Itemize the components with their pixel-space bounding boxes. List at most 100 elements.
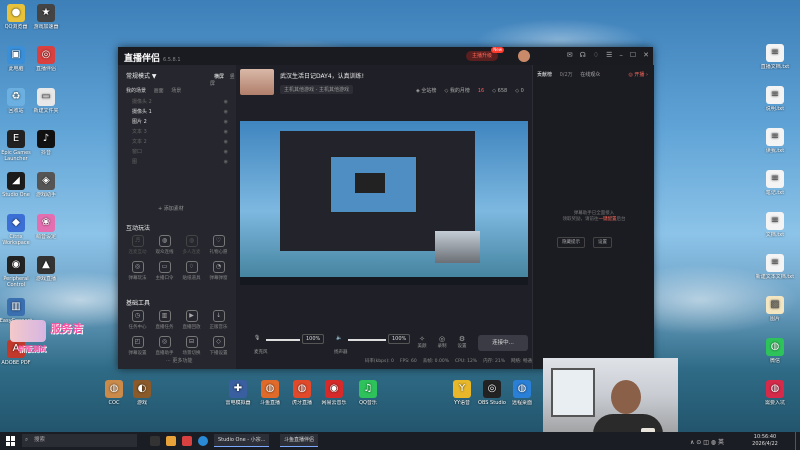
menu-icon[interactable]: ☰	[606, 51, 612, 59]
eye-icon[interactable]: ◉	[224, 107, 228, 117]
message-icon[interactable]: ✉	[567, 51, 573, 59]
stream-preview[interactable]	[240, 121, 528, 285]
eye-icon[interactable]: ◉	[224, 97, 228, 107]
interaction-item[interactable]: ▭ 主播口令	[151, 261, 178, 281]
desktop-icon[interactable]: ★ 游戏加速器	[26, 4, 66, 30]
desktop-icon[interactable]: ◐ 游戏	[122, 380, 162, 406]
desktop-icon[interactable]: ≡ 读我.txt	[755, 128, 795, 154]
scene-item[interactable]: 图片 2 ◉	[124, 117, 230, 127]
speaker-icon[interactable]: 🔈	[336, 335, 342, 341]
hide-tip-button[interactable]: 隐藏提示	[557, 237, 585, 248]
mic-percent[interactable]: 100%	[302, 334, 325, 344]
center-tool-button[interactable]: ✧ 美颜	[414, 335, 430, 349]
edge-icon[interactable]	[198, 436, 208, 446]
skin-icon[interactable]: ♢	[593, 51, 599, 59]
file-explorer-icon[interactable]	[166, 436, 176, 446]
connect-button[interactable]: 连接中...	[478, 335, 528, 351]
taskbar-app-douyu[interactable]: 斗鱼直播伴侣	[280, 434, 319, 447]
taskbar-clock[interactable]: 10:56:40 2026/4/22	[745, 434, 785, 448]
desktop-icon[interactable]: ◈ 游戏助手	[26, 172, 66, 198]
eye-icon[interactable]: ◉	[224, 157, 228, 167]
interaction-item[interactable]: ♡ 礼物心愿	[205, 235, 232, 255]
viewer-count: 0/2万	[559, 72, 573, 78]
desktop-icon[interactable]: ▨ 图片	[755, 296, 795, 322]
interaction-item[interactable]: ◎ 弹幕玩法	[124, 261, 151, 281]
speaker-percent[interactable]: 100%	[388, 334, 411, 344]
mode-dropdown[interactable]: 常规模式 ▼	[126, 71, 157, 80]
desktop-icon[interactable]: ◎ 直播伴侣	[26, 46, 66, 72]
maximize-icon[interactable]: ☐	[630, 51, 636, 59]
scene-item[interactable]: 文本 3 ◉	[124, 127, 230, 137]
taskbar-app-studio-one[interactable]: Studio One - 小宗...	[214, 434, 270, 447]
eye-icon[interactable]: ◉	[224, 147, 228, 157]
interaction-item[interactable]: ◍ 观众连线	[151, 235, 178, 255]
scene-item[interactable]: 窗口 ◉	[124, 147, 230, 157]
more-functions-button[interactable]: ··· 更多功能	[166, 357, 192, 364]
desktop-icon[interactable]: ◍ 远程桌面	[502, 380, 542, 406]
desktop-icon[interactable]: ◍ 微信	[755, 338, 795, 364]
stream-title[interactable]: 武汉生活日记DAY4，认真训练!	[280, 71, 364, 80]
taskbar-search[interactable]: ⌕ 搜索	[22, 434, 137, 447]
tool-item[interactable]: ▶ 直播回放	[178, 310, 205, 330]
notice-link[interactable]: 一键配置	[599, 217, 617, 222]
stream-category[interactable]: 主机其他游戏 - 主机其他游戏	[280, 85, 353, 94]
eye-icon[interactable]: ◉	[224, 137, 228, 147]
tool-item[interactable]: ◷ 任务中心	[124, 310, 151, 330]
desktop-icon-glyph: ◍	[513, 380, 531, 398]
desktop-icon[interactable]: ♪ 抖音	[26, 130, 66, 156]
subtab-picture[interactable]: 画面	[154, 88, 164, 94]
speaker-slider[interactable]	[348, 339, 386, 341]
upgrade-button[interactable]: 主播升级 New	[466, 47, 505, 61]
interaction-item[interactable]: ◍ 多人连麦	[178, 235, 205, 255]
desktop-icon[interactable]: ≡ 新建文本文档.txt	[755, 254, 795, 280]
headset-icon[interactable]: ☊	[580, 51, 586, 59]
minimize-icon[interactable]: –	[619, 51, 623, 59]
stream-cover[interactable]	[240, 69, 274, 95]
desktop-icon[interactable]: ♫ QQ音乐	[348, 380, 388, 406]
scene-item[interactable]: 图 ◉	[124, 157, 230, 167]
scene-item[interactable]: 摄像头 2 ◉	[124, 97, 230, 107]
add-material-button[interactable]: + 添加素材	[158, 205, 184, 212]
mic-icon[interactable]: 🎙	[254, 335, 260, 341]
scene-item[interactable]: 摄像头 1 ◉	[124, 107, 230, 117]
desktop-icon[interactable]: ◍ 需要入坑	[755, 380, 795, 406]
desktop-icon[interactable]: ≡ 文档.txt	[755, 212, 795, 238]
windows-start-icon[interactable]	[6, 436, 16, 446]
interaction-item[interactable]: ♢ 贴纸道具	[178, 261, 205, 281]
tool-item[interactable]: ◎ 直播助手	[151, 336, 178, 356]
close-icon[interactable]: ✕	[643, 51, 649, 59]
tab-contribution[interactable]: 贡献榜	[537, 72, 552, 78]
live-app-icon[interactable]	[182, 436, 192, 446]
eye-icon[interactable]: ◉	[224, 117, 228, 127]
subtab-my-scenes[interactable]: 我的场景	[126, 88, 146, 94]
desktop-icon[interactable]: ▭ 新建文件夹	[26, 88, 66, 114]
scene-item[interactable]: 文本 2 ◉	[124, 137, 230, 147]
notice-settings-button[interactable]: 设置	[593, 237, 612, 248]
center-tool-button[interactable]: ⚙ 设置	[454, 335, 470, 349]
user-avatar[interactable]	[518, 50, 530, 62]
desktop-icon[interactable]: ≡ 笔记.txt	[755, 170, 795, 196]
tool-item[interactable]: ◇ 下播设置	[205, 336, 232, 356]
desktop-icon[interactable]: ≡ 直播文档.txt	[755, 44, 795, 70]
task-view-icon[interactable]	[150, 436, 160, 446]
title-bar[interactable]: 直播伴侣 6.5.8.1 主播升级 New ✉ ☊ ♢ ☰ – ☐ ✕	[118, 47, 653, 65]
tool-item[interactable]: ⊟ 场景切换	[178, 336, 205, 356]
subtab-scene[interactable]: 场景	[171, 88, 181, 94]
tool-item[interactable]: ▥ 直播任务	[151, 310, 178, 330]
tool-item[interactable]: ◰ 弹幕设置	[124, 336, 151, 356]
mic-slider[interactable]	[266, 339, 300, 341]
tab-landscape[interactable]: 横屏	[214, 74, 224, 80]
desktop-icon[interactable]: ▲ 游戏直播	[26, 256, 66, 282]
interaction-item[interactable]: ◔ 弹幕弹窗	[205, 261, 232, 281]
eye-icon[interactable]: ◉	[224, 127, 228, 137]
desktop-icon-glyph: ❀	[37, 214, 55, 232]
desktop-icon[interactable]: ≡ 说明.txt	[755, 86, 795, 112]
tool-item[interactable]: ↓ 正版音乐	[205, 310, 232, 330]
show-desktop-button[interactable]	[795, 432, 800, 450]
desktop-icon[interactable]: ❀ 萌音设定	[26, 214, 66, 240]
open-stream-button[interactable]: ◎ 开播 ›	[628, 71, 648, 78]
center-tool-button[interactable]: ◎ 录制	[434, 335, 450, 349]
interaction-item[interactable]: ♬ 连麦互动	[124, 235, 151, 255]
tab-online-viewers[interactable]: 在线观众	[580, 72, 600, 78]
system-tray[interactable]: ∧ ⊙ ◫ ◍ 英	[690, 437, 724, 446]
